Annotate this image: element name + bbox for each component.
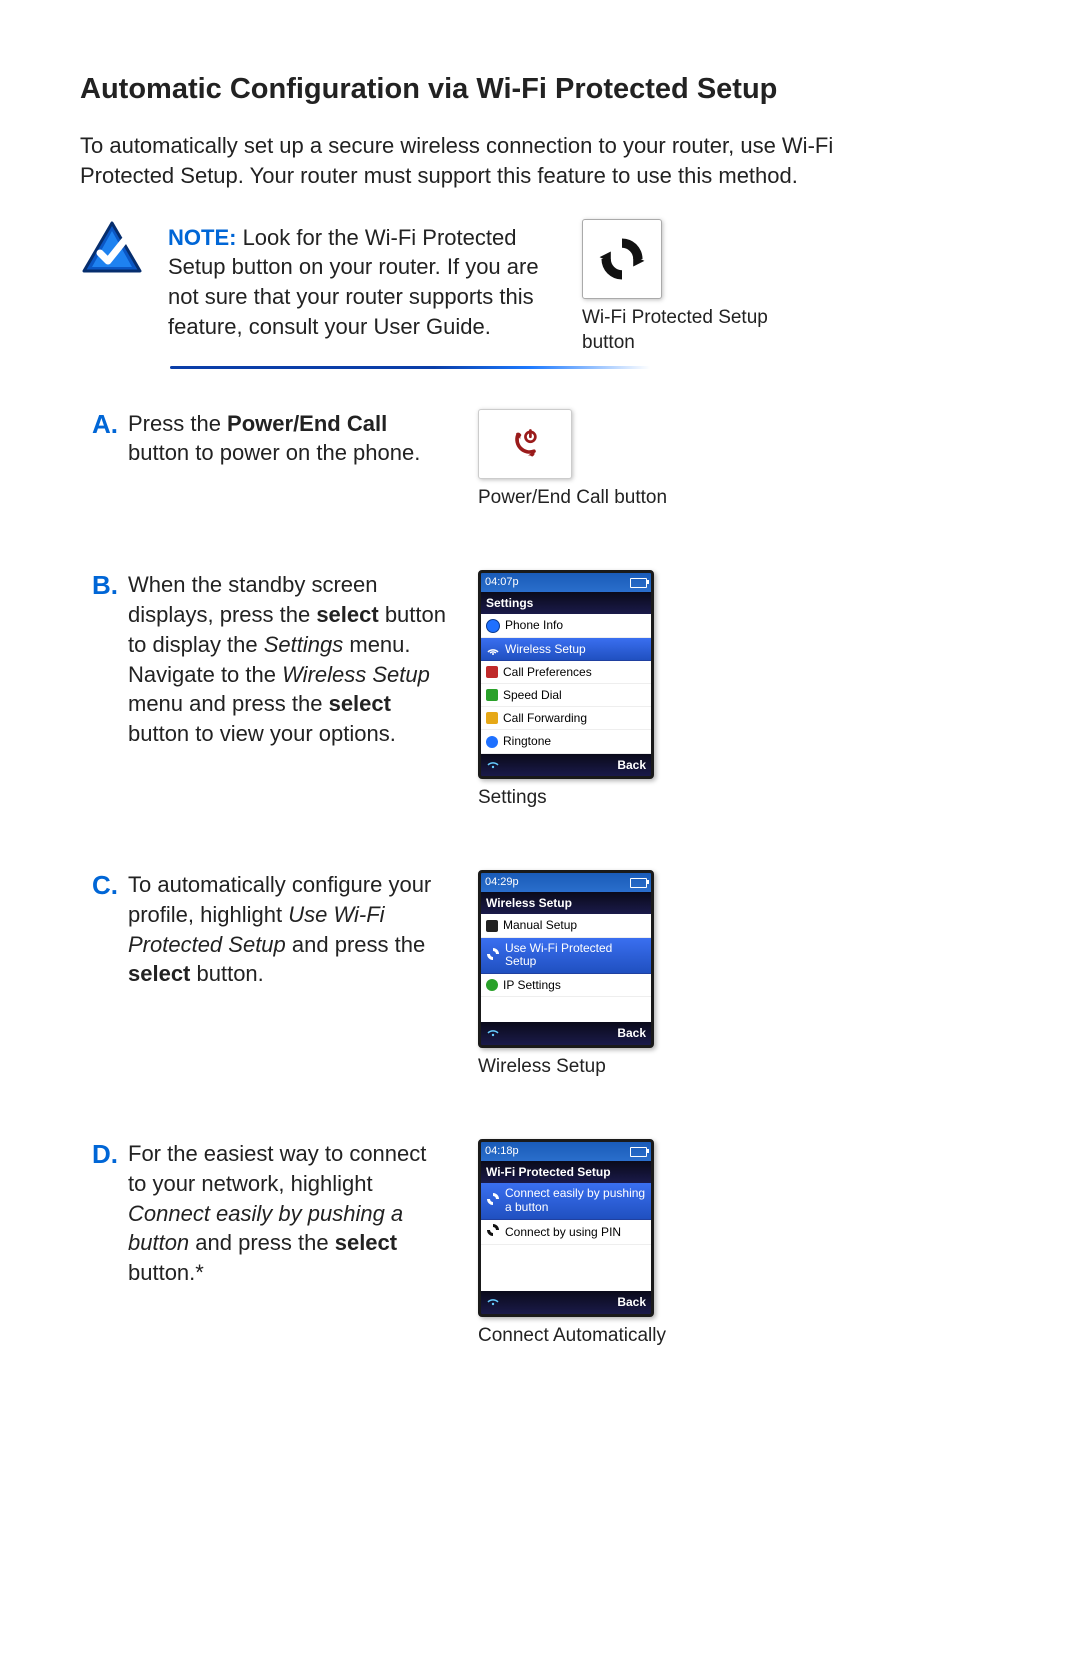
power-end-call-icon	[478, 409, 572, 479]
step-d: D. For the easiest way to connect to you…	[80, 1139, 1000, 1348]
wps-caption: Wi-Fi Protected Setup button	[582, 305, 792, 356]
phone-statusbar: 04:29p	[481, 873, 651, 892]
phone-softbar: Back	[481, 1291, 651, 1313]
note-text: NOTE: Look for the Wi-Fi Protected Setup…	[168, 219, 558, 342]
phone-wireless-setup-screen: 04:29p Wireless Setup Manual Setup Use W…	[478, 870, 654, 1047]
speeddial-icon	[486, 689, 498, 701]
phone-item-phone-info: Phone Info	[481, 614, 651, 637]
wifi-indicator-icon	[486, 757, 500, 773]
battery-icon	[630, 578, 647, 588]
phone-item-call-fwd: Call Forwarding	[481, 707, 651, 730]
phone-item-speed-dial: Speed Dial	[481, 684, 651, 707]
phone-item-manual-setup: Manual Setup	[481, 914, 651, 937]
step-c: C. To automatically configure your profi…	[80, 870, 1000, 1079]
step-a-figure: Power/End Call button	[478, 409, 718, 511]
wifi-icon	[486, 642, 500, 656]
phone-softbar: Back	[481, 754, 651, 776]
step-body: For the easiest way to connect to your n…	[128, 1139, 478, 1287]
note-row: NOTE: Look for the Wi-Fi Protected Setup…	[80, 219, 1000, 356]
wps-small-icon	[486, 947, 500, 965]
step-body: To automatically configure your profile,…	[128, 870, 478, 989]
phone-item-call-prefs: Call Preferences	[481, 661, 651, 684]
wps-button-figure: Wi-Fi Protected Setup button	[582, 219, 792, 356]
step-b: B. When the standby screen displays, pre…	[80, 570, 1000, 810]
phone-item-ip-settings: IP Settings	[481, 974, 651, 997]
phone-title: Wi-Fi Protected Setup	[481, 1161, 651, 1183]
step-b-figure: 04:07p Settings Phone Info Wireless Setu…	[478, 570, 718, 810]
step-a: A. Press the Power/End Call button to po…	[80, 409, 1000, 511]
wps-small-icon	[486, 1192, 500, 1210]
battery-icon	[630, 1147, 647, 1157]
intro-text: To automatically set up a secure wireles…	[80, 131, 840, 190]
phone-statusbar: 04:18p	[481, 1142, 651, 1161]
page-heading: Automatic Configuration via Wi-Fi Protec…	[80, 70, 1000, 109]
info-icon	[486, 619, 500, 633]
ip-icon	[486, 979, 498, 991]
battery-icon	[630, 878, 647, 888]
phone-item-connect-push: Connect easily by pushing a button	[481, 1183, 651, 1220]
settings-caption: Settings	[478, 785, 718, 811]
step-c-figure: 04:29p Wireless Setup Manual Setup Use W…	[478, 870, 718, 1079]
connect-auto-caption: Connect Automatically	[478, 1323, 718, 1349]
phone-softbar: Back	[481, 1022, 651, 1044]
phone-item-wireless-setup: Wireless Setup	[481, 638, 651, 661]
phone-item-connect-pin: Connect by using PIN	[481, 1220, 651, 1245]
wifi-indicator-icon	[486, 1294, 500, 1310]
phone-item-use-wps: Use Wi-Fi Protected Setup	[481, 938, 651, 975]
tool-icon	[486, 920, 498, 932]
phone-settings-screen: 04:07p Settings Phone Info Wireless Setu…	[478, 570, 654, 778]
step-letter: C.	[80, 870, 128, 901]
checkmark-note-icon	[80, 219, 144, 283]
wps-icon	[582, 219, 662, 299]
wifi-indicator-icon	[486, 1025, 500, 1041]
wireless-setup-caption: Wireless Setup	[478, 1054, 718, 1080]
phone-list: Connect easily by pushing a button Conne…	[481, 1183, 651, 1245]
phone-list: Manual Setup Use Wi-Fi Protected Setup I…	[481, 914, 651, 997]
phone-statusbar: 04:07p	[481, 573, 651, 592]
fwd-icon	[486, 712, 498, 724]
note-divider	[170, 366, 650, 369]
step-letter: B.	[80, 570, 128, 601]
phone-item-ringtone: Ringtone	[481, 730, 651, 753]
step-body: When the standby screen displays, press …	[128, 570, 478, 748]
step-letter: D.	[80, 1139, 128, 1170]
ringtone-icon	[486, 736, 498, 748]
wps-small-icon	[486, 1223, 500, 1241]
step-body: Press the Power/End Call button to power…	[128, 409, 478, 468]
phone-title: Wireless Setup	[481, 892, 651, 914]
step-d-figure: 04:18p Wi-Fi Protected Setup Connect eas…	[478, 1139, 718, 1348]
prefs-icon	[486, 666, 498, 678]
power-caption: Power/End Call button	[478, 485, 718, 511]
phone-wps-screen: 04:18p Wi-Fi Protected Setup Connect eas…	[478, 1139, 654, 1316]
note-label: NOTE:	[168, 225, 236, 250]
step-letter: A.	[80, 409, 128, 440]
phone-list: Phone Info Wireless Setup Call Preferenc…	[481, 614, 651, 753]
phone-title: Settings	[481, 592, 651, 614]
